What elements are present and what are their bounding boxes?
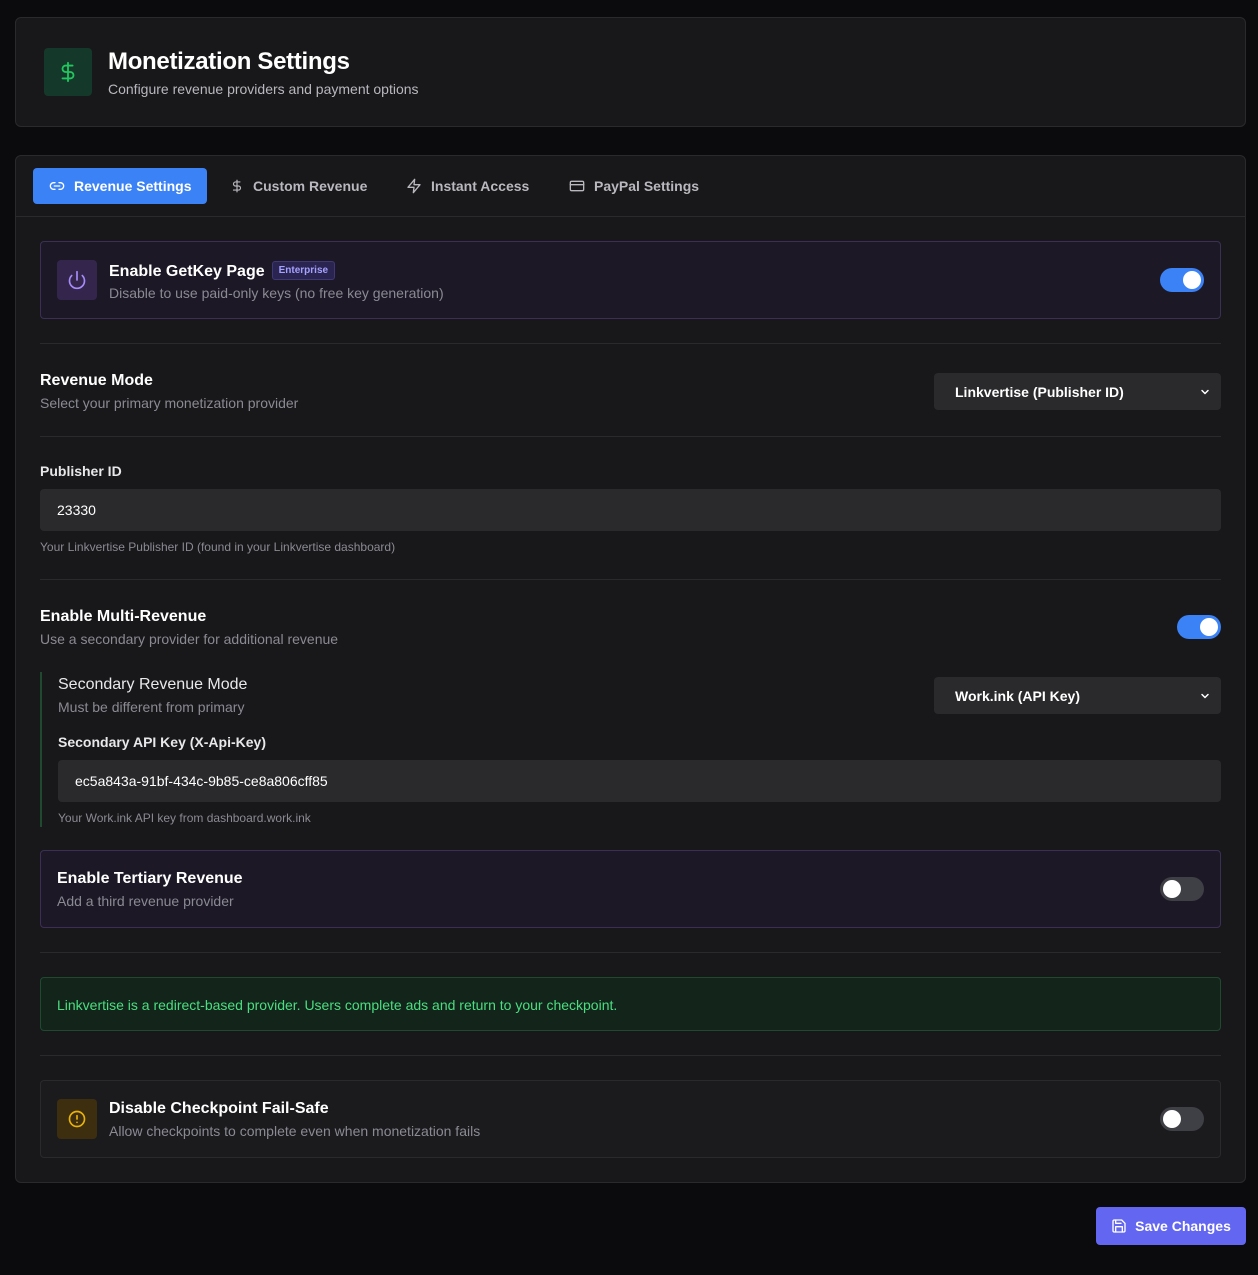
getkey-row: Enable GetKey Page Enterprise Disable to … [40, 241, 1221, 319]
tab-label: Revenue Settings [74, 178, 192, 194]
divider [40, 952, 1221, 953]
link-icon [49, 182, 65, 190]
provider-info-notice: Linkvertise is a redirect-based provider… [40, 977, 1221, 1031]
tab-revenue-settings[interactable]: Revenue Settings [33, 168, 208, 204]
divider [40, 1055, 1221, 1056]
power-icon [57, 260, 97, 300]
toggle-knob [1183, 271, 1201, 289]
secondary-mode-value: Work.ink (API Key) [955, 687, 1080, 704]
publisher-id-help: Your Linkvertise Publisher ID (found in … [40, 540, 396, 554]
chevron-down-icon [1201, 693, 1209, 699]
revenue-mode-value: Linkvertise (Publisher ID) [955, 383, 1124, 400]
tertiary-toggle[interactable] [1160, 877, 1204, 901]
alert-circle-icon [57, 1099, 97, 1139]
tab-instant-access[interactable]: Instant Access [390, 168, 545, 204]
tab-label: Custom Revenue [253, 178, 368, 194]
tertiary-description: Add a third revenue provider [57, 893, 234, 909]
divider [40, 579, 1221, 580]
getkey-title: Enable GetKey Page Enterprise [109, 261, 336, 281]
toggle-knob [1200, 618, 1218, 636]
tab-paypal-settings[interactable]: PayPal Settings [553, 168, 715, 204]
toggle-knob [1163, 1110, 1181, 1128]
revenue-mode-select[interactable]: Linkvertise (Publisher ID) [934, 373, 1221, 410]
revenue-mode-title: Revenue Mode [40, 372, 153, 389]
secondary-api-input[interactable]: ec5a843a-91bf-434c-9b85-ce8a806cff85 [58, 760, 1221, 802]
failsafe-toggle[interactable] [1160, 1107, 1204, 1131]
failsafe-title: Disable Checkpoint Fail-Safe [109, 1100, 329, 1117]
getkey-title-text: Enable GetKey Page [109, 263, 265, 280]
secondary-indent-rule [40, 672, 42, 827]
publisher-id-label: Publisher ID [40, 463, 122, 479]
getkey-description: Disable to use paid-only keys (no free k… [109, 285, 444, 301]
lightning-icon [407, 178, 421, 194]
tab-bar: Revenue Settings Custom Revenue Instant … [16, 156, 1245, 217]
toggle-knob [1163, 880, 1181, 898]
header-card: Monetization Settings Configure revenue … [15, 17, 1246, 127]
multi-revenue-description: Use a secondary provider for additional … [40, 631, 339, 647]
page-subtitle: Configure revenue providers and payment … [108, 81, 419, 97]
chevron-down-icon [1201, 389, 1209, 395]
page-title: Monetization Settings [108, 48, 350, 75]
secondary-mode-select[interactable]: Work.ink (API Key) [934, 677, 1221, 714]
failsafe-row: Disable Checkpoint Fail-Safe Allow check… [40, 1080, 1221, 1158]
secondary-api-label: Secondary API Key (X-Api-Key) [58, 734, 266, 750]
credit-card-icon [569, 180, 585, 192]
save-button-label: Save Changes [1135, 1218, 1231, 1234]
secondary-mode-description: Must be different from primary [58, 699, 245, 715]
secondary-mode-title: Secondary Revenue Mode [58, 676, 248, 693]
save-icon [1112, 1219, 1126, 1233]
divider [40, 436, 1221, 437]
secondary-api-help: Your Work.ink API key from dashboard.wor… [58, 811, 311, 825]
save-button[interactable]: Save Changes [1096, 1207, 1246, 1245]
multi-revenue-toggle[interactable] [1177, 615, 1221, 639]
enterprise-badge: Enterprise [271, 261, 336, 280]
tab-label: PayPal Settings [594, 178, 700, 194]
tab-label: Instant Access [431, 178, 530, 194]
getkey-toggle[interactable] [1160, 268, 1204, 292]
multi-revenue-title: Enable Multi-Revenue [40, 608, 207, 625]
dollar-icon [44, 48, 92, 96]
failsafe-description: Allow checkpoints to complete even when … [109, 1123, 481, 1139]
revenue-mode-description: Select your primary monetization provide… [40, 395, 299, 411]
publisher-id-input[interactable]: 23330 [40, 489, 1221, 531]
dollar-icon [232, 179, 242, 193]
tertiary-title: Enable Tertiary Revenue [57, 870, 243, 887]
tertiary-row: Enable Tertiary Revenue Add a third reve… [40, 850, 1221, 928]
provider-info-text: Linkvertise is a redirect-based provider… [57, 997, 618, 1013]
settings-card: Revenue Settings Custom Revenue Instant … [15, 155, 1246, 1183]
divider [40, 343, 1221, 344]
tab-custom-revenue[interactable]: Custom Revenue [214, 168, 383, 204]
